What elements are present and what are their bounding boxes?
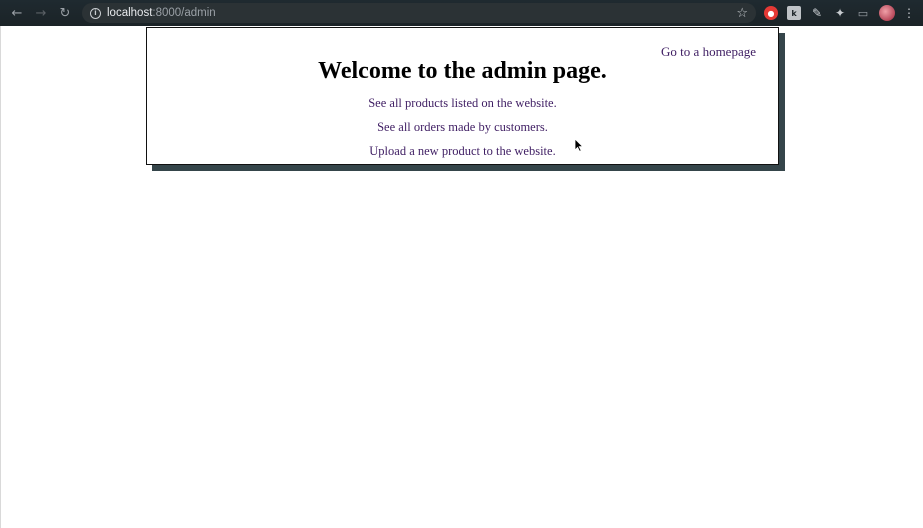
orders-link[interactable]: See all orders made by customers. [147,120,778,135]
extensions-area: ● k ✎ ✦ ▭ [764,5,895,21]
back-icon[interactable]: ← [6,2,28,24]
address-bar[interactable]: i localhost:8000/admin ☆ [82,3,756,23]
upload-product-link[interactable]: Upload a new product to the website. [147,144,778,159]
products-link[interactable]: See all products listed on the website. [147,96,778,111]
url-host: localhost [107,7,153,19]
extension-k-icon[interactable]: k [787,6,801,20]
puzzle-icon[interactable]: ✦ [833,6,847,20]
info-icon[interactable]: i [90,7,101,19]
star-icon[interactable]: ☆ [736,6,748,21]
mouse-pointer-icon [574,138,584,152]
pen-icon[interactable]: ✎ [810,6,824,20]
url-path: :8000/admin [152,7,216,19]
admin-card: Go to a homepage Welcome to the admin pa… [146,27,779,165]
url-text[interactable]: localhost:8000/admin [107,7,216,19]
browser-toolbar: ← → ↻ i localhost:8000/admin ☆ ● k ✎ ✦ ▭… [0,0,923,26]
forward-icon[interactable]: → [30,2,52,24]
page-title: Welcome to the admin page. [318,58,607,84]
reload-icon[interactable]: ↻ [54,2,76,24]
avatar[interactable] [879,5,895,21]
menu-icon[interactable]: ⋮ [903,7,915,19]
viewport-edge [0,26,1,528]
cast-icon[interactable]: ▭ [856,6,870,20]
ad-block-icon[interactable]: ● [764,6,778,20]
